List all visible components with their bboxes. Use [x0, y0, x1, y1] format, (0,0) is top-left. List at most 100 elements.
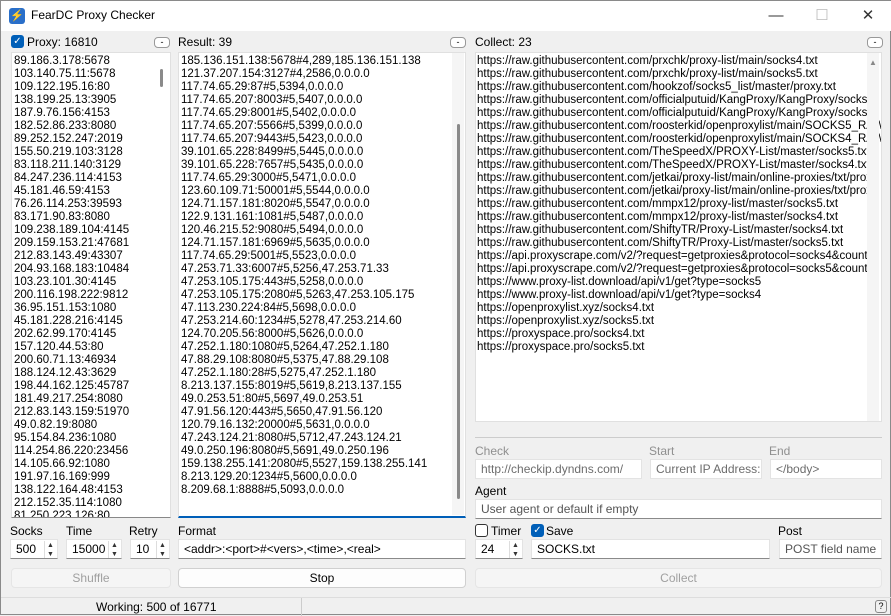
spin-arrows-icon[interactable]: ▲ ▼ [509, 541, 521, 558]
result-item[interactable]: 47.91.56.120:443#5,5650,47.91.56.120 [181, 406, 465, 419]
stop-button[interactable]: Stop [178, 568, 466, 588]
result-item[interactable]: 120.79.16.132:20000#5,5631,0.0.0.0 [181, 419, 465, 432]
collect-item[interactable]: https://raw.githubusercontent.com/hookzo… [477, 81, 881, 94]
result-item[interactable]: 8.213.129.20:1234#5,5600,0.0.0.0 [181, 471, 465, 484]
collect-item[interactable]: https://raw.githubusercontent.com/jetkai… [477, 172, 881, 185]
proxy-item[interactable]: 188.124.12.43:3629 [14, 367, 170, 380]
result-item[interactable]: 8.213.137.155:8019#5,5619,8.213.137.155 [181, 380, 465, 393]
result-item[interactable]: 124.71.157.181:6969#5,5635,0.0.0.0 [181, 237, 465, 250]
proxy-item[interactable]: 200.60.71.13:46934 [14, 354, 170, 367]
result-item[interactable]: 47.253.71.33:6007#5,5256,47.253.71.33 [181, 263, 465, 276]
result-item[interactable]: 39.101.65.228:8499#5,5445,0.0.0.0 [181, 146, 465, 159]
collect-item[interactable]: https://raw.githubusercontent.com/mmpx12… [477, 211, 881, 224]
collect-item[interactable]: https://raw.githubusercontent.com/prxchk… [477, 55, 881, 68]
result-item[interactable]: 185.136.151.138:5678#4,289,185.136.151.1… [181, 55, 465, 68]
proxy-item[interactable]: 109.122.195.16:80 [14, 81, 170, 94]
result-list[interactable]: 185.136.151.138:5678#4,289,185.136.151.1… [178, 52, 466, 518]
result-item[interactable]: 159.138.255.141:2080#5,5527,159.138.255.… [181, 458, 465, 471]
proxy-item[interactable]: 191.97.16.169:999 [14, 471, 170, 484]
collect-item[interactable]: https://raw.githubusercontent.com/mmpx12… [477, 198, 881, 211]
proxy-item[interactable]: 200.116.198.222:9812 [14, 289, 170, 302]
collect-item[interactable]: https://proxyspace.pro/socks5.txt [477, 341, 881, 354]
time-stepper[interactable]: 15000 ▲ ▼ [66, 539, 122, 559]
result-item[interactable]: 47.243.124.21:8080#5,5712,47.243.124.21 [181, 432, 465, 445]
timer-stepper[interactable]: 24 ▲ ▼ [475, 539, 523, 559]
proxy-item[interactable]: 83.118.211.140:3129 [14, 159, 170, 172]
proxy-scrollbar[interactable] [160, 69, 163, 87]
collect-item[interactable]: https://raw.githubusercontent.com/offici… [477, 107, 881, 120]
result-item[interactable]: 47.113.230.224:84#5,5698,0.0.0.0 [181, 302, 465, 315]
result-item[interactable]: 47.88.29.108:8080#5,5375,47.88.29.108 [181, 354, 465, 367]
result-item[interactable]: 8.209.68.1:8888#5,5093,0.0.0.0 [181, 484, 465, 497]
result-item[interactable]: 121.37.207.154:3127#4,2586,0.0.0.0 [181, 68, 465, 81]
spin-arrows-icon[interactable]: ▲ ▼ [156, 541, 168, 558]
result-item[interactable]: 49.0.250.196:8080#5,5691,49.0.250.196 [181, 445, 465, 458]
proxy-item[interactable]: 138.122.164.48:4153 [14, 484, 170, 497]
collect-item[interactable]: https://openproxylist.xyz/socks4.txt [477, 302, 881, 315]
collect-item[interactable]: https://api.proxyscrape.com/v2/?request=… [477, 250, 881, 263]
proxy-item[interactable]: 155.50.219.103:3128 [14, 146, 170, 159]
collect-item[interactable]: https://openproxylist.xyz/socks5.txt [477, 315, 881, 328]
collect-item[interactable]: https://www.proxy-list.download/api/v1/g… [477, 276, 881, 289]
collect-item[interactable]: https://api.proxyscrape.com/v2/?request=… [477, 263, 881, 276]
proxy-item[interactable]: 89.186.3.178:5678 [14, 55, 170, 68]
collect-item[interactable]: https://raw.githubusercontent.com/rooste… [477, 120, 881, 133]
proxy-item[interactable]: 89.252.152.247:2019 [14, 133, 170, 146]
result-collapse-button[interactable]: - [450, 37, 466, 48]
proxy-item[interactable]: 202.62.99.170:4145 [14, 328, 170, 341]
collect-scrollbar[interactable] [867, 53, 879, 421]
proxy-item[interactable]: 209.159.153.21:47681 [14, 237, 170, 250]
proxy-item[interactable]: 36.95.151.153:1080 [14, 302, 170, 315]
post-field-input[interactable]: POST field name [779, 539, 882, 559]
proxy-item[interactable]: 95.154.84.236:1080 [14, 432, 170, 445]
result-item[interactable]: 122.9.131.161:1081#5,5487,0.0.0.0 [181, 211, 465, 224]
proxy-item[interactable]: 212.152.35.114:1080 [14, 497, 170, 510]
collect-item[interactable]: https://www.proxy-list.download/api/v1/g… [477, 289, 881, 302]
proxy-checkbox[interactable]: ✓ [11, 35, 24, 48]
collect-item[interactable]: https://raw.githubusercontent.com/Shifty… [477, 237, 881, 250]
proxy-item[interactable]: 103.140.75.11:5678 [14, 68, 170, 81]
result-item[interactable]: 120.46.215.52:9080#5,5494,0.0.0.0 [181, 224, 465, 237]
collect-item[interactable]: https://proxyspace.pro/socks4.txt [477, 328, 881, 341]
proxy-item[interactable]: 157.120.44.53:80 [14, 341, 170, 354]
proxy-item[interactable]: 138.199.25.13:3905 [14, 94, 170, 107]
result-item[interactable]: 47.252.1.180:1080#5,5264,47.252.1.180 [181, 341, 465, 354]
result-item[interactable]: 47.252.1.180:28#5,5275,47.252.1.180 [181, 367, 465, 380]
close-button[interactable]: ✕ [845, 1, 891, 31]
check-url-input[interactable]: http://checkip.dyndns.com/ [475, 459, 642, 479]
result-item[interactable]: 117.74.65.29:3000#5,5471,0.0.0.0 [181, 172, 465, 185]
proxy-item[interactable]: 198.44.162.125:45787 [14, 380, 170, 393]
proxy-collapse-button[interactable]: - [154, 37, 170, 48]
proxy-item[interactable]: 84.247.236.114:4153 [14, 172, 170, 185]
result-item[interactable]: 47.253.105.175:443#5,5258,0.0.0.0 [181, 276, 465, 289]
spin-arrows-icon[interactable]: ▲ ▼ [44, 541, 56, 558]
proxy-item[interactable]: 114.254.86.220:23456 [14, 445, 170, 458]
save-file-input[interactable]: SOCKS.txt [531, 539, 770, 559]
collect-item[interactable]: https://raw.githubusercontent.com/TheSpe… [477, 146, 881, 159]
result-item[interactable]: 47.253.105.175:2080#5,5263,47.253.105.17… [181, 289, 465, 302]
proxy-item[interactable]: 14.105.66.92:1080 [14, 458, 170, 471]
proxy-item[interactable]: 212.83.143.159:51970 [14, 406, 170, 419]
proxy-item[interactable]: 76.26.114.253:39593 [14, 198, 170, 211]
proxy-item[interactable]: 49.0.82.19:8080 [14, 419, 170, 432]
result-scrollbar[interactable] [457, 124, 460, 499]
socks-stepper[interactable]: 500 ▲ ▼ [10, 539, 58, 559]
minimize-button[interactable]: — [753, 1, 799, 31]
result-item[interactable]: 47.253.214.60:1234#5,5278,47.253.214.60 [181, 315, 465, 328]
proxy-item[interactable]: 204.93.168.183:10484 [14, 263, 170, 276]
result-item[interactable]: 117.74.65.29:5001#5,5523,0.0.0.0 [181, 250, 465, 263]
result-item[interactable]: 49.0.253.51:80#5,5697,49.0.253.51 [181, 393, 465, 406]
proxy-item[interactable]: 45.181.46.59:4153 [14, 185, 170, 198]
result-item[interactable]: 117.74.65.207:8003#5,5407,0.0.0.0 [181, 94, 465, 107]
result-item[interactable]: 124.71.157.181:8020#5,5547,0.0.0.0 [181, 198, 465, 211]
collect-item[interactable]: https://raw.githubusercontent.com/rooste… [477, 133, 881, 146]
spin-arrows-icon[interactable]: ▲ ▼ [108, 541, 120, 558]
result-item[interactable]: 117.74.65.29:87#5,5394,0.0.0.0 [181, 81, 465, 94]
proxy-item[interactable]: 81.250.223.126:80 [14, 510, 170, 517]
save-checkbox[interactable]: ✓ [531, 524, 544, 537]
collect-item[interactable]: https://raw.githubusercontent.com/jetkai… [477, 185, 881, 198]
shuffle-button[interactable]: Shuffle [11, 568, 171, 588]
result-item[interactable]: 117.74.65.207:5566#5,5399,0.0.0.0 [181, 120, 465, 133]
collect-item[interactable]: https://raw.githubusercontent.com/offici… [477, 94, 881, 107]
collect-item[interactable]: https://raw.githubusercontent.com/TheSpe… [477, 159, 881, 172]
